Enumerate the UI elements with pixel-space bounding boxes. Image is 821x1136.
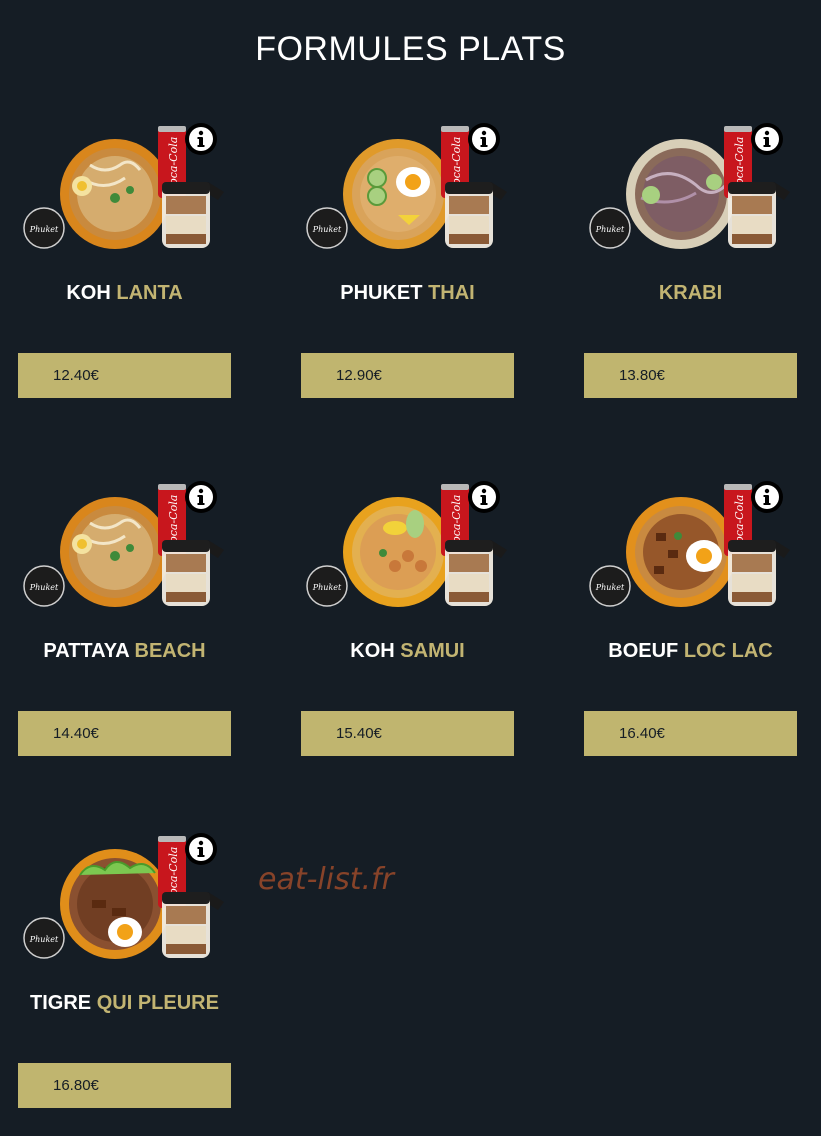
dish-name-part2: BEACH bbox=[134, 640, 206, 662]
menu-card: Phuket Coca-Cola PATTAYA BEACH 14.40€ bbox=[18, 478, 231, 778]
info-icon[interactable] bbox=[467, 122, 501, 156]
menu-card: Phuket Coca-Cola KOH LANTA 12.40€ bbox=[18, 120, 231, 420]
info-icon[interactable] bbox=[750, 122, 784, 156]
svg-text:Phuket: Phuket bbox=[595, 583, 625, 592]
dish-name: KOH LANTA bbox=[18, 282, 231, 305]
page-title: FORMULES PLATS bbox=[255, 30, 566, 68]
dish-name-part2: THAI bbox=[428, 282, 475, 304]
dish-name-part2: KRABI bbox=[658, 282, 723, 304]
menu-card: Phuket Coca-Cola KOH SAMUI 15.40€ bbox=[301, 478, 514, 778]
price-button[interactable]: 16.80€ bbox=[18, 1063, 231, 1108]
price-button[interactable]: 12.90€ bbox=[301, 353, 514, 398]
dish-name: KOH SAMUI bbox=[301, 640, 514, 663]
dish-name: PATTAYA BEACH bbox=[18, 640, 231, 663]
dish-name: KRABI bbox=[584, 282, 797, 305]
info-icon[interactable] bbox=[750, 480, 784, 514]
svg-text:Phuket: Phuket bbox=[312, 225, 342, 234]
dish-name: BOEUF LOC LAC bbox=[584, 640, 797, 663]
svg-text:Phuket: Phuket bbox=[595, 225, 625, 234]
dish-name-part1: TIGRE bbox=[30, 992, 92, 1014]
info-icon[interactable] bbox=[467, 480, 501, 514]
info-icon[interactable] bbox=[184, 122, 218, 156]
dish-name-part1: KOH bbox=[350, 640, 395, 662]
dish-name: PHUKET THAI bbox=[301, 282, 514, 305]
menu-card: Phuket Coca-Cola BOEUF LOC LAC 16.40€ bbox=[584, 478, 797, 778]
menu-card: Phuket Coca-Cola PHUKET THAI 12.90€ bbox=[301, 120, 514, 420]
dish-name: TIGRE QUI PLEURE bbox=[18, 992, 231, 1015]
info-icon[interactable] bbox=[184, 832, 218, 866]
menu-card: Phuket Coca-Cola KRABI 13.80€ bbox=[584, 120, 797, 420]
price-button[interactable]: 16.40€ bbox=[584, 711, 797, 756]
watermark: eat-list.fr bbox=[258, 862, 394, 897]
dish-name-part1: PATTAYA bbox=[43, 640, 129, 662]
dish-name-part2: SAMUI bbox=[400, 640, 465, 662]
dish-name-part1: KOH bbox=[66, 282, 111, 304]
svg-text:Phuket: Phuket bbox=[29, 225, 59, 234]
svg-text:Phuket: Phuket bbox=[29, 935, 59, 944]
dish-name-part1: PHUKET bbox=[340, 282, 423, 304]
price-button[interactable]: 15.40€ bbox=[301, 711, 514, 756]
dish-name-part2: QUI PLEURE bbox=[96, 992, 219, 1014]
dish-name-part2: LANTA bbox=[116, 282, 183, 304]
menu-card: Phuket Coca-Cola TIGRE QUI PLEURE 16.80€ bbox=[18, 830, 231, 1130]
price-button[interactable]: 13.80€ bbox=[584, 353, 797, 398]
svg-text:Phuket: Phuket bbox=[312, 583, 342, 592]
dish-name-part2: LOC LAC bbox=[683, 640, 773, 662]
price-button[interactable]: 14.40€ bbox=[18, 711, 231, 756]
price-button[interactable]: 12.40€ bbox=[18, 353, 231, 398]
dish-name-part1: BOEUF bbox=[608, 640, 679, 662]
info-icon[interactable] bbox=[184, 480, 218, 514]
svg-text:Phuket: Phuket bbox=[29, 583, 59, 592]
